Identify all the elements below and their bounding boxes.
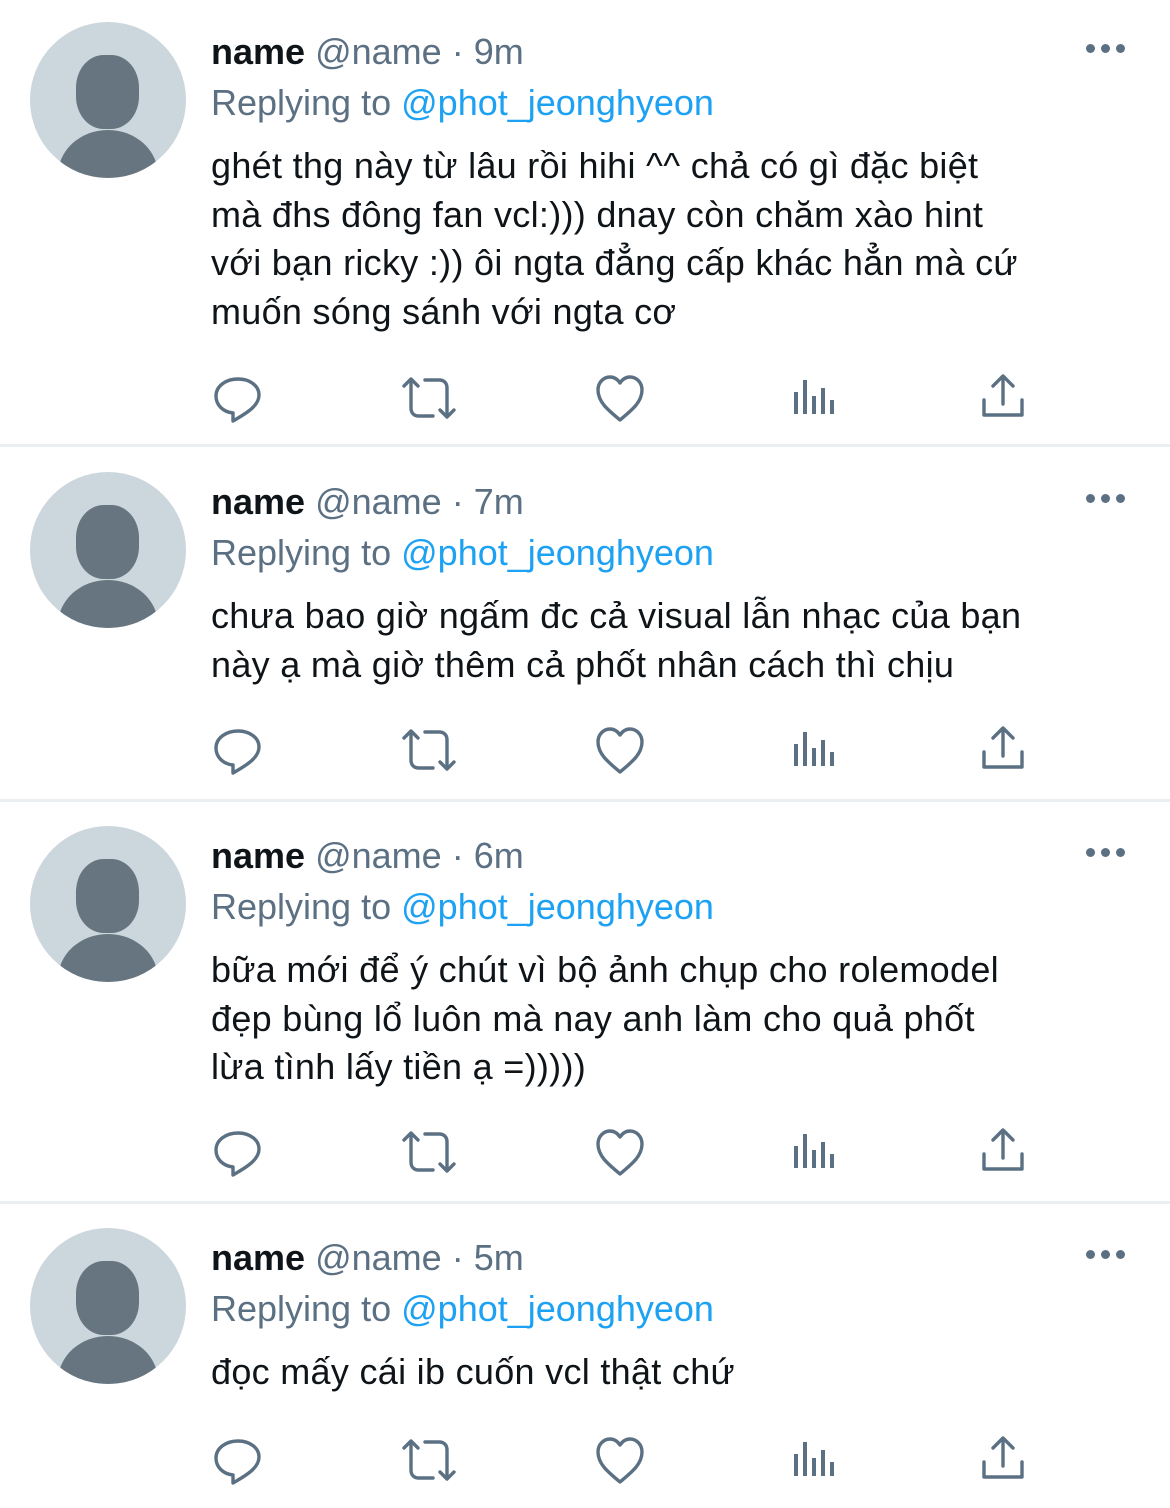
handle[interactable]: @name	[315, 481, 442, 522]
display-name[interactable]: name	[211, 481, 305, 522]
like-icon[interactable]	[590, 1122, 650, 1182]
reply-feed: name @name · 9m Replying to @phot_jeongh…	[0, 0, 1170, 1508]
replying-to: Replying to @phot_jeonghyeon	[211, 883, 714, 931]
divider	[0, 799, 1170, 802]
reply-icon[interactable]	[208, 1430, 268, 1490]
tweet-actions	[0, 720, 1170, 780]
tweet-actions	[0, 1430, 1170, 1490]
tweet-header: name @name · 7m	[211, 478, 524, 526]
share-icon[interactable]	[973, 368, 1033, 428]
replying-to-label: Replying to	[211, 532, 392, 573]
more-icon[interactable]	[1086, 494, 1126, 508]
tweet-header: name @name · 9m	[211, 28, 524, 76]
share-icon[interactable]	[973, 1430, 1033, 1490]
like-icon[interactable]	[590, 1430, 650, 1490]
reply-icon[interactable]	[208, 368, 268, 428]
display-name[interactable]: name	[211, 835, 305, 876]
separator: ·	[451, 481, 464, 522]
analytics-icon[interactable]	[782, 1122, 842, 1182]
timestamp[interactable]: 6m	[474, 835, 524, 876]
handle[interactable]: @name	[315, 1237, 442, 1278]
mention-link[interactable]: @phot_jeonghyeon	[401, 532, 714, 573]
avatar[interactable]	[30, 1228, 186, 1384]
avatar[interactable]	[30, 22, 186, 178]
tweet-text: bữa mới để ý chút vì bộ ảnh chụp cho rol…	[211, 949, 999, 1087]
display-name[interactable]: name	[211, 1237, 305, 1278]
divider	[0, 444, 1170, 447]
replying-to: Replying to @phot_jeonghyeon	[211, 529, 714, 577]
handle[interactable]: @name	[315, 31, 442, 72]
timestamp[interactable]: 7m	[474, 481, 524, 522]
retweet-icon[interactable]	[399, 1122, 459, 1182]
share-icon[interactable]	[973, 1122, 1033, 1182]
tweet-header: name @name · 6m	[211, 832, 524, 880]
avatar[interactable]	[30, 472, 186, 628]
more-icon[interactable]	[1086, 44, 1126, 58]
timestamp[interactable]: 5m	[474, 1237, 524, 1278]
separator: ·	[451, 1237, 464, 1278]
like-icon[interactable]	[590, 720, 650, 780]
replying-to: Replying to @phot_jeonghyeon	[211, 79, 714, 127]
more-icon[interactable]	[1086, 848, 1126, 862]
analytics-icon[interactable]	[782, 368, 842, 428]
analytics-icon[interactable]	[782, 720, 842, 780]
timestamp[interactable]: 9m	[474, 31, 524, 72]
retweet-icon[interactable]	[399, 1430, 459, 1490]
tweet-text: ghét thg này từ lâu rồi hihi ^^ chả có g…	[211, 145, 1018, 332]
retweet-icon[interactable]	[399, 368, 459, 428]
analytics-icon[interactable]	[782, 1430, 842, 1490]
avatar[interactable]	[30, 826, 186, 982]
separator: ·	[451, 31, 464, 72]
share-icon[interactable]	[973, 720, 1033, 780]
replying-to-label: Replying to	[211, 886, 392, 927]
like-icon[interactable]	[590, 368, 650, 428]
separator: ·	[451, 835, 464, 876]
tweet-actions	[0, 1122, 1170, 1182]
divider	[0, 1201, 1170, 1204]
tweet-header: name @name · 5m	[211, 1234, 524, 1282]
retweet-icon[interactable]	[399, 720, 459, 780]
tweet-text: đọc mấy cái ib cuốn vcl thật chứ	[211, 1351, 735, 1392]
tweet-actions	[0, 368, 1170, 428]
more-icon[interactable]	[1086, 1250, 1126, 1264]
reply-icon[interactable]	[208, 1122, 268, 1182]
replying-to-label: Replying to	[211, 82, 392, 123]
display-name[interactable]: name	[211, 31, 305, 72]
replying-to-label: Replying to	[211, 1288, 392, 1329]
mention-link[interactable]: @phot_jeonghyeon	[401, 1288, 714, 1329]
reply-icon[interactable]	[208, 720, 268, 780]
mention-link[interactable]: @phot_jeonghyeon	[401, 886, 714, 927]
tweet-text: chưa bao giờ ngấm đc cả visual lẫn nhạc …	[211, 595, 1022, 685]
handle[interactable]: @name	[315, 835, 442, 876]
mention-link[interactable]: @phot_jeonghyeon	[401, 82, 714, 123]
replying-to: Replying to @phot_jeonghyeon	[211, 1285, 714, 1333]
